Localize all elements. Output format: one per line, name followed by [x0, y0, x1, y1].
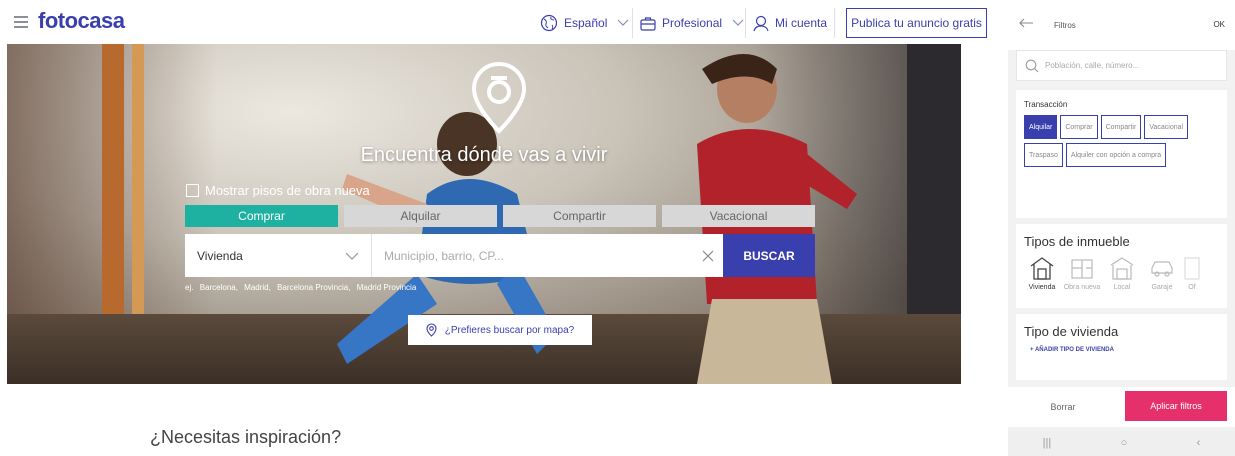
- mobile-search-input[interactable]: Población, calle, número...: [1016, 50, 1227, 81]
- mobile-title: Filtros: [1054, 21, 1076, 30]
- location-pin-logo-icon: [471, 62, 527, 134]
- system-nav-bar: ||| ○ ‹: [1008, 430, 1235, 456]
- recent-apps-icon[interactable]: |||: [1043, 437, 1052, 449]
- clear-icon[interactable]: [693, 234, 723, 277]
- search-examples: ej. Barcelona, Madrid, Barcelona Provinc…: [185, 283, 420, 292]
- publish-ad-button[interactable]: Publica tu anuncio gratis: [846, 8, 987, 38]
- shop-icon: [1110, 257, 1134, 280]
- screen: fotocasa Español Profesional Mi cuenta P…: [0, 0, 1235, 456]
- language-label: Español: [564, 16, 608, 30]
- account-link[interactable]: Mi cuenta: [753, 8, 827, 38]
- mobile-header: Filtros OK: [1008, 0, 1235, 50]
- search-icon: [1025, 59, 1039, 72]
- user-icon: [753, 15, 769, 31]
- chevron-down-icon: [732, 19, 744, 26]
- location-input[interactable]: [372, 234, 693, 277]
- apply-filters-button[interactable]: Aplicar filtros: [1125, 391, 1227, 421]
- example-link[interactable]: Barcelona,: [200, 283, 238, 292]
- map-search-button[interactable]: ¿Prefieres buscar por mapa?: [408, 315, 592, 345]
- mobile-search-placeholder: Población, calle, número...: [1045, 61, 1140, 70]
- new-build-label: Mostrar pisos de obra nueva: [205, 183, 370, 198]
- type-label: Vivienda: [1028, 284, 1056, 291]
- property-types-title: Tipos de inmueble: [1024, 234, 1130, 249]
- hero-tagline: Encuentra dónde vas a vivir: [360, 144, 608, 166]
- language-selector[interactable]: Español: [540, 8, 635, 38]
- add-housing-type-link[interactable]: + AÑADIR TIPO DE VIVIENDA: [1016, 339, 1227, 353]
- house-icon: [1030, 257, 1054, 280]
- type-local[interactable]: Local: [1102, 255, 1142, 291]
- divider: [632, 8, 633, 38]
- divider: [834, 8, 835, 38]
- type-label: Of: [1188, 284, 1196, 291]
- transaction-tabs: Comprar Alquilar Compartir Vacacional: [185, 205, 821, 227]
- example-link[interactable]: Madrid Provincia: [357, 283, 417, 292]
- professional-selector[interactable]: Profesional: [640, 8, 750, 38]
- back-icon[interactable]: ‹: [1197, 437, 1201, 449]
- professional-label: Profesional: [662, 16, 723, 30]
- type-obra-nueva[interactable]: Obra nueva: [1062, 255, 1102, 291]
- property-types-list: Vivienda Obra nueva Local Garaje Of: [1016, 249, 1227, 291]
- housing-type-title: Tipo de vivienda: [1024, 324, 1119, 339]
- type-vivienda[interactable]: Vivienda: [1022, 255, 1062, 291]
- chip-compartir[interactable]: Compartir: [1100, 115, 1142, 139]
- account-label: Mi cuenta: [775, 16, 828, 30]
- chip-comprar[interactable]: Comprar: [1060, 115, 1098, 139]
- divider: [745, 8, 746, 38]
- type-garaje[interactable]: Garaje: [1142, 255, 1182, 291]
- home-icon[interactable]: ○: [1121, 437, 1128, 449]
- housing-type-card: Tipo de vivienda + AÑADIR TIPO DE VIVIEN…: [1016, 314, 1227, 380]
- property-types-card: Tipos de inmueble Vivienda Obra nueva Lo…: [1016, 224, 1227, 308]
- top-navbar: fotocasa Español Profesional Mi cuenta P…: [0, 0, 995, 44]
- example-link[interactable]: Madrid,: [244, 283, 271, 292]
- chip-vacacional[interactable]: Vacacional: [1144, 115, 1189, 139]
- transaction-card: Transacción Alquilar Comprar Compartir V…: [1016, 90, 1227, 218]
- chevron-down-icon: [617, 19, 629, 26]
- search-bar: Vivienda BUSCAR: [185, 234, 815, 277]
- inspiration-heading: ¿Necesitas inspiración?: [150, 427, 342, 447]
- examples-prefix: ej.: [185, 283, 194, 292]
- mobile-footer: Borrar Aplicar filtros: [1008, 387, 1235, 427]
- hero-banner: Encuentra dónde vas a vivir Mostrar piso…: [7, 44, 961, 384]
- example-link[interactable]: Barcelona Provincia,: [277, 283, 350, 292]
- chip-traspaso[interactable]: Traspaso: [1024, 143, 1063, 167]
- car-icon: [1151, 261, 1173, 277]
- back-arrow-icon[interactable]: [1018, 18, 1034, 28]
- type-label: Garaje: [1151, 284, 1173, 291]
- logo[interactable]: fotocasa: [38, 8, 125, 34]
- tab-comprar[interactable]: Comprar: [185, 205, 338, 227]
- mobile-filters-screen: Filtros OK Población, calle, número... T…: [1008, 0, 1235, 456]
- chip-alquilar[interactable]: Alquilar: [1024, 115, 1058, 139]
- transaction-options: Alquilar Comprar Compartir Vacacional Tr…: [1016, 109, 1227, 171]
- briefcase-icon: [640, 16, 656, 31]
- property-type-select[interactable]: Vivienda: [185, 234, 372, 277]
- clear-filters-button[interactable]: Borrar: [1008, 387, 1118, 427]
- building-plan-icon: [1071, 259, 1093, 279]
- search-button[interactable]: BUSCAR: [723, 234, 815, 277]
- transaction-title: Transacción: [1024, 100, 1068, 109]
- tab-vacacional[interactable]: Vacacional: [662, 205, 815, 227]
- office-icon: [1184, 257, 1200, 280]
- type-oficina[interactable]: Of: [1182, 255, 1202, 291]
- checkbox-box[interactable]: [186, 184, 199, 197]
- type-label: Local: [1113, 284, 1131, 291]
- ok-button[interactable]: OK: [1213, 20, 1225, 29]
- menu-icon[interactable]: [14, 16, 28, 28]
- map-search-label: ¿Prefieres buscar por mapa?: [444, 324, 575, 336]
- desktop-page: fotocasa Español Profesional Mi cuenta P…: [0, 0, 995, 456]
- map-pin-icon: [426, 323, 437, 337]
- tab-alquilar[interactable]: Alquilar: [344, 205, 497, 227]
- chip-alquiler-opcion-compra[interactable]: Alquiler con opción a compra: [1065, 143, 1167, 167]
- chevron-down-icon: [345, 252, 359, 260]
- property-type-value: Vivienda: [197, 248, 243, 263]
- globe-icon: [540, 14, 558, 32]
- tab-compartir[interactable]: Compartir: [503, 205, 656, 227]
- new-build-checkbox[interactable]: Mostrar pisos de obra nueva: [186, 183, 370, 198]
- type-label: Obra nueva: [1063, 284, 1101, 291]
